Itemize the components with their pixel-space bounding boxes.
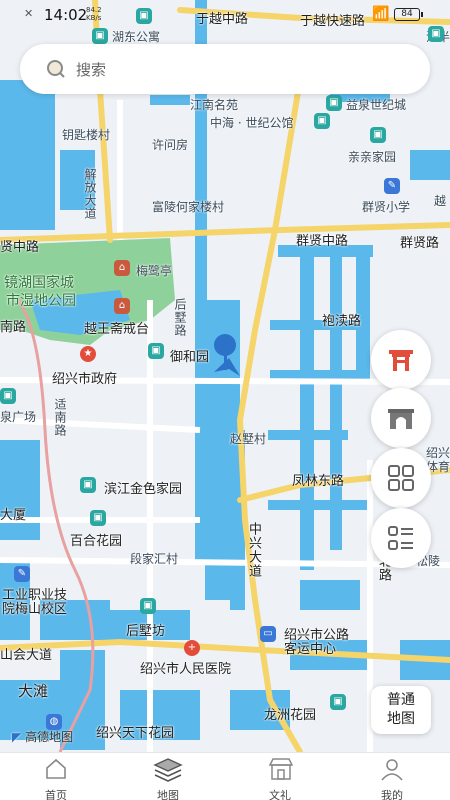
map-label: 泉广场 — [0, 410, 37, 424]
layers-icon — [153, 758, 183, 782]
close-icon: ✕ — [24, 7, 34, 20]
hospital-marker-icon[interactable]: + — [184, 640, 200, 656]
map-label: 御和园 — [170, 350, 210, 365]
amap-arrow-icon: ◤ — [12, 730, 22, 744]
map-label: 江南名苑 — [190, 98, 239, 112]
poi-marker-icon[interactable]: ▣ — [330, 694, 346, 710]
map-label: 富陵何家楼村 — [152, 200, 225, 214]
map-label: 亲亲家园 — [348, 150, 397, 164]
tab-home-label: 首页 — [45, 789, 67, 800]
wifi-icon: 📶 — [372, 6, 390, 22]
home-icon — [46, 758, 66, 779]
poi-marker-icon[interactable]: ▣ — [148, 343, 164, 359]
poi-marker-icon[interactable]: ▣ — [92, 28, 108, 44]
map-label: 段家汇村 — [130, 552, 179, 566]
poi-marker-icon[interactable]: ▣ — [428, 26, 444, 42]
network-speed: 84.2 KB/s — [86, 6, 102, 22]
poi-marker-icon[interactable]: ▣ — [90, 510, 106, 526]
poi-marker-icon[interactable]: ▣ — [0, 388, 16, 404]
map-label: 适南路 — [53, 398, 67, 437]
map-label: 绍兴天下花园 — [96, 726, 175, 741]
poi-marker-icon[interactable]: ▣ — [314, 113, 330, 129]
tab-culture-label: 文礼 — [269, 789, 291, 800]
map-label: 湖东公寓 — [112, 30, 161, 44]
status-bar: ✕ 14:02 84.2 KB/s 📶 84 — [0, 0, 450, 28]
search-icon — [47, 60, 65, 78]
map-label: 越 — [434, 194, 447, 208]
map-label: 钥匙楼村 — [62, 128, 111, 142]
poi-marker-icon[interactable]: ▣ — [80, 477, 96, 493]
map-label: 益泉世纪城 — [346, 98, 407, 112]
poi-marker-icon[interactable]: ▣ — [326, 95, 342, 111]
map-label: 贤中路 — [0, 240, 40, 255]
list-icon — [388, 526, 413, 550]
map-label: 梅鹭亭 — [136, 264, 173, 278]
map-label: 绍兴市人民医院 — [140, 662, 232, 677]
map-label: 大厦 — [0, 508, 27, 523]
poi-marker-icon[interactable]: ▣ — [370, 127, 386, 143]
map-label: 袍渎路 — [322, 314, 362, 329]
map-label: 群贤路 — [400, 236, 440, 251]
tab-profile-label: 我的 — [381, 789, 403, 800]
map-label: 大滩 — [18, 682, 49, 700]
map-label: 中兴大道 — [246, 522, 261, 578]
shop-icon — [268, 758, 294, 780]
tab-culture[interactable]: 文礼 — [240, 753, 320, 800]
map-label: 客运中心 — [284, 642, 337, 657]
government-marker-icon[interactable]: ★ — [80, 346, 96, 362]
landmark-marker-icon[interactable]: ⌂ — [114, 298, 130, 314]
map-label: 凤林东路 — [292, 474, 345, 489]
map-type-line1: 普通 — [387, 692, 415, 708]
map-label: 中海 · 世纪公馆 — [210, 116, 294, 130]
heritage-gate-button[interactable] — [371, 330, 431, 390]
list-view-button[interactable] — [371, 508, 431, 568]
map-label: 赵墅村 — [230, 432, 267, 446]
bus-station-marker-icon[interactable]: ▭ — [260, 626, 276, 642]
map-label: 绍兴市政府 — [52, 372, 118, 387]
grid-view-button[interactable] — [371, 448, 431, 508]
map-label: 龙洲花园 — [264, 708, 317, 723]
amap-logo-text: 高德地图 — [25, 730, 74, 744]
map-type-line2: 地图 — [387, 711, 415, 727]
map-label: 群贤中路 — [296, 234, 349, 249]
map-label: 南路 — [0, 320, 27, 335]
map-label: 山会大道 — [0, 648, 53, 663]
amap-logo: ◤ 高德地图 — [12, 728, 73, 745]
school-marker-icon[interactable]: ✎ — [384, 178, 400, 194]
map-label: 院梅山校区 — [2, 602, 68, 617]
tab-map[interactable]: 地图 — [128, 753, 208, 800]
school-marker-icon[interactable]: ✎ — [14, 566, 30, 582]
battery-icon: 84 — [394, 8, 423, 21]
map-label: 许问房 — [152, 138, 189, 152]
search-placeholder: 搜索 — [76, 61, 107, 79]
grid-icon — [388, 465, 414, 491]
map-label: 百合花园 — [70, 534, 123, 549]
gate-icon — [389, 350, 413, 371]
poi-marker-icon[interactable]: ▣ — [140, 598, 156, 614]
map-label: 解放大道 — [83, 168, 97, 220]
map-label: 市湿地公园 — [6, 293, 76, 309]
tab-home[interactable]: 首页 — [16, 753, 96, 800]
status-time: 14:02 — [44, 6, 88, 24]
archway-button[interactable] — [371, 388, 431, 448]
map-label: 后墅路 — [173, 298, 187, 337]
search-bar[interactable]: 搜索 — [20, 44, 430, 94]
map-label: 滨江金色家园 — [104, 482, 183, 497]
map-label: 镜湖国家城 — [4, 275, 74, 291]
map-label: 后墅坊 — [126, 624, 166, 639]
map-label: 群贤小学 — [362, 200, 411, 214]
tab-map-label: 地图 — [157, 789, 179, 800]
bottom-tab-bar: 首页 地图 文礼 我的 — [0, 752, 450, 800]
map-label: 越王斋戒台 — [84, 322, 150, 337]
map-type-button[interactable]: 普通 地图 — [371, 686, 431, 734]
landmark-marker-icon[interactable]: ⌂ — [114, 260, 130, 276]
tab-profile[interactable]: 我的 — [352, 753, 432, 800]
archway-icon — [388, 409, 414, 429]
user-icon — [381, 759, 403, 781]
